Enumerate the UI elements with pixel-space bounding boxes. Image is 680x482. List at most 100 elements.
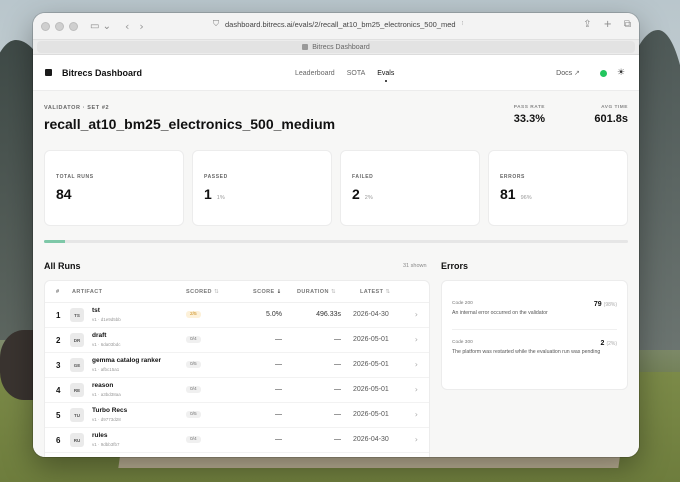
table-row[interactable]: 4 RE reason v1 · a3bd38aa 0/4 — — 2026-05-01 › (45, 378, 429, 403)
nav-right: Docs ↗ ☀ (556, 55, 625, 91)
col-header-score[interactable]: SCORE ↓ (253, 289, 282, 295)
minimize-window-button[interactable] (55, 21, 64, 31)
page-title: recall_at10_bm25_electronics_500_medium (44, 116, 336, 132)
error-message: An internal error occurred on the valida… (452, 310, 548, 316)
nav-link-leaderboard[interactable]: Leaderboard (295, 70, 335, 77)
chevron-right-icon[interactable]: › (415, 310, 418, 319)
col-header-duration-label: DURATION (297, 289, 329, 295)
pass-rate-label: PASS RATE (513, 105, 545, 110)
sort-icon: ⇅ (330, 289, 336, 295)
tab-overview-icon[interactable]: ⧉ (624, 19, 631, 30)
artifact-version: v1 · a3bd38aa (92, 392, 121, 397)
error-count-percent: (2%) (606, 341, 617, 347)
latest-date: 2026-04-30 (353, 436, 389, 443)
col-header-latest[interactable]: LATEST ⇅ (360, 289, 390, 295)
back-icon[interactable]: ‹ (125, 20, 129, 33)
sort-icon: ⇅ (213, 289, 219, 295)
pass-rate-value: 33.3% (513, 113, 545, 125)
artifact-version: v1 · afbc15a1 (92, 367, 120, 372)
scored-badge: 0/5 (186, 411, 201, 418)
latest-date: 2026-04-30 (353, 311, 389, 318)
row-number: 2 (56, 336, 61, 345)
col-header-artifact[interactable]: ARTIFACT (72, 289, 102, 295)
chevron-right-icon[interactable]: › (415, 435, 418, 444)
artifact-name[interactable]: Turbo Recs (92, 407, 127, 414)
share-icon[interactable]: ⇪ (583, 19, 591, 30)
reload-icon[interactable]: ↻ (462, 20, 463, 29)
new-tab-icon[interactable]: + (603, 19, 611, 30)
card-label: PASSED (204, 174, 228, 180)
artifact-avatar: GE (70, 358, 84, 372)
card-label: TOTAL RUNS (56, 174, 94, 180)
table-row[interactable]: 5 TU Turbo Recs v1 · d9773d28 0/5 — — 2026-05-0… (45, 403, 429, 428)
card-label: ERRORS (500, 174, 525, 180)
artifact-name[interactable]: tst (92, 307, 100, 314)
card-value: 84 (56, 186, 72, 202)
error-count-percent: (98%) (603, 302, 617, 308)
theme-toggle-icon[interactable]: ☀ (617, 68, 625, 78)
docs-link[interactable]: Docs ↗ (556, 69, 580, 77)
outcome-progress-bar (44, 240, 628, 243)
runs-table: # ARTIFACT SCORED ⇅ SCORE ↓ DURATION ⇅ LATE… (44, 280, 430, 457)
artifact-avatar: TU (70, 408, 84, 422)
tab-strip: Bitrecs Dashboard (33, 39, 639, 55)
duration-value: — (334, 386, 341, 393)
artifact-name[interactable]: draft (92, 332, 106, 339)
col-header-scored-label: SCORED (186, 289, 212, 295)
duration-value: 496.33s (316, 311, 341, 318)
address-bar[interactable]: ⛉ dashboard.bitrecs.ai/evals/2/recall_at… (213, 19, 463, 29)
artifact-name[interactable]: gemma catalog ranker (92, 357, 161, 364)
error-count: 2 (2%) (601, 340, 617, 347)
chevron-right-icon[interactable]: › (415, 410, 418, 419)
error-message: The platform was restarted while the eva… (452, 349, 601, 355)
chevron-right-icon[interactable]: › (415, 335, 418, 344)
table-row[interactable]: 1 TS tst v1 · d1e9d5bb 2/5 5.0% 496.33s 2026-04… (45, 303, 429, 328)
runs-shown-count: 31 shown (403, 263, 427, 269)
col-header-latest-label: LATEST (360, 289, 384, 295)
card-value: 1 (204, 186, 212, 202)
url-text: dashboard.bitrecs.ai/evals/2/recall_at10… (225, 19, 456, 29)
row-number: 1 (56, 311, 61, 320)
page-header: VALIDATOR · SET #2 recall_at10_bm25_elec… (33, 91, 639, 135)
card-value: 81 (500, 186, 516, 202)
avg-time-stat: AVG TIME 601.8s (594, 105, 628, 125)
sidebar-toggle-icon[interactable]: ▭ ⌄ (90, 21, 111, 32)
col-header-score-label: SCORE (253, 289, 275, 295)
artifact-name[interactable]: rules (92, 432, 108, 439)
browser-tab[interactable]: Bitrecs Dashboard (37, 41, 635, 53)
brand-logo-icon[interactable] (45, 69, 52, 76)
nav-link-sota[interactable]: SOTA (347, 70, 366, 77)
progress-fill (44, 240, 66, 243)
score-value: — (275, 336, 282, 343)
chevron-right-icon[interactable]: › (415, 385, 418, 394)
scored-badge: 0/4 (186, 336, 201, 343)
row-number: 6 (56, 436, 61, 445)
scored-badge: 0/4 (186, 436, 201, 443)
col-header-duration[interactable]: DURATION ⇅ (297, 289, 336, 295)
artifact-name[interactable]: reason (92, 382, 113, 389)
error-code: Code 300 (452, 340, 473, 345)
card-percent: 2% (364, 195, 373, 201)
errors-panel: 79 (98%) Code 200 An internal error occur… (441, 280, 628, 390)
duration-value: — (334, 436, 341, 443)
latest-date: 2026-05-01 (353, 361, 389, 368)
artifact-avatar: TS (70, 308, 84, 322)
sort-desc-icon: ↓ (276, 289, 282, 295)
table-row[interactable]: 2 DR draft v1 · 6da03bdc 0/4 — — 2026-05-01 › (45, 328, 429, 353)
page-content: Bitrecs Dashboard Leaderboard SOTA Evals… (33, 55, 639, 457)
error-count-value: 2 (600, 340, 605, 347)
brand-name[interactable]: Bitrecs Dashboard (62, 68, 142, 78)
table-row[interactable]: 6 RU rules v1 · 9dbb3fb7 0/4 — — 2026-04-30 › (45, 428, 429, 453)
table-row[interactable]: 3 GE gemma catalog ranker v1 · afbc15a1 0/5 —… (45, 353, 429, 378)
error-item: 79 (98%) Code 200 An internal error occur… (452, 281, 617, 329)
browser-window: ▭ ⌄ ‹ › ⛉ dashboard.bitrecs.ai/evals/2/r… (33, 13, 639, 457)
error-code: Code 200 (452, 301, 473, 306)
chevron-right-icon[interactable]: › (415, 360, 418, 369)
error-item: 2 (2%) Code 300 The platform was restarte… (452, 329, 617, 381)
forward-icon[interactable]: › (139, 20, 143, 33)
maximize-window-button[interactable] (69, 21, 78, 31)
nav-link-evals[interactable]: Evals (377, 70, 394, 82)
close-window-button[interactable] (41, 21, 50, 31)
external-link-icon: ↗ (574, 69, 580, 77)
col-header-scored[interactable]: SCORED ⇅ (186, 289, 219, 295)
